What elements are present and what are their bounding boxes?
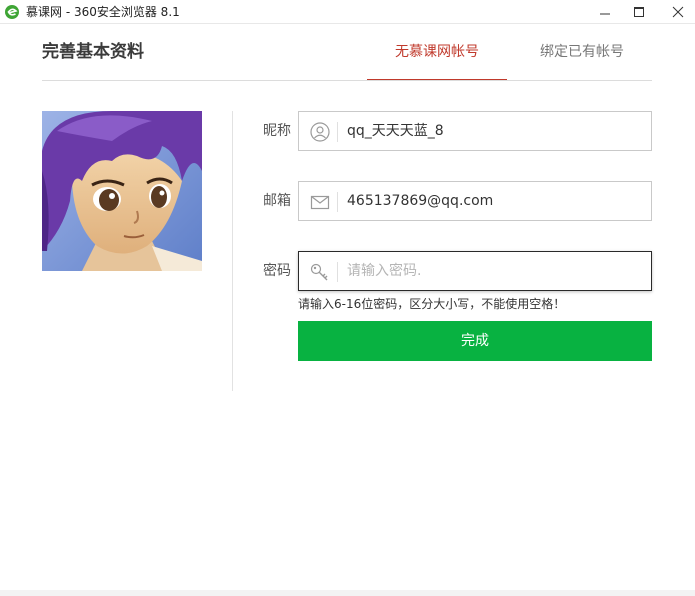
close-icon (672, 6, 684, 18)
window-bottom-edge (0, 590, 695, 596)
mail-icon (309, 191, 331, 213)
submit-button[interactable]: 完成 (298, 321, 652, 361)
minimize-icon (600, 13, 610, 15)
field-separator (337, 122, 338, 142)
password-label: 密码 (263, 263, 291, 279)
page-title: 完善基本资料 (42, 42, 144, 62)
user-avatar[interactable] (42, 111, 202, 271)
email-field[interactable] (298, 181, 652, 221)
avatar-image (42, 111, 202, 271)
tab-no-account[interactable]: 无慕课网帐号 (367, 41, 507, 81)
email-label: 邮箱 (263, 193, 291, 209)
nickname-input[interactable] (347, 112, 637, 150)
window-titlebar: 慕课网 - 360安全浏览器 8.1 (0, 0, 695, 24)
nickname-label: 昵称 (263, 123, 291, 139)
vertical-divider (232, 111, 233, 391)
email-input[interactable] (347, 182, 637, 220)
password-input[interactable] (347, 252, 637, 290)
header-divider (42, 80, 652, 81)
key-icon (309, 261, 331, 283)
minimize-button[interactable] (588, 0, 622, 24)
browser-logo-icon (4, 4, 20, 20)
maximize-button[interactable] (622, 0, 656, 24)
password-field[interactable] (298, 251, 652, 291)
window-title: 慕课网 - 360安全浏览器 8.1 (26, 5, 180, 19)
tab-bind-existing-account[interactable]: 绑定已有帐号 (512, 41, 652, 81)
field-separator (337, 192, 338, 212)
user-icon (309, 121, 331, 143)
close-button[interactable] (661, 0, 695, 24)
nickname-field[interactable] (298, 111, 652, 151)
password-hint: 请输入6-16位密码，区分大小写，不能使用空格！ (298, 297, 566, 311)
maximize-icon (634, 7, 644, 17)
field-separator (337, 262, 338, 282)
